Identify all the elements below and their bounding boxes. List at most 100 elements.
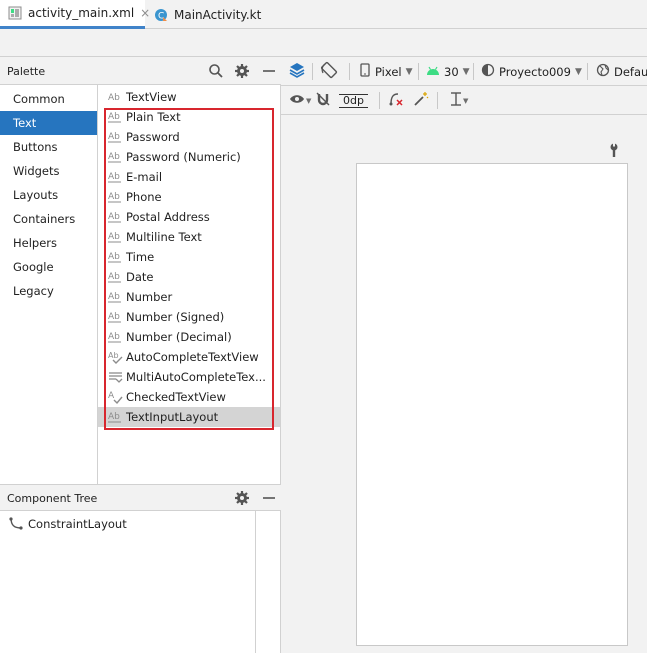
svg-text:A: A xyxy=(108,391,115,401)
device-preview[interactable] xyxy=(356,163,628,646)
category-common[interactable]: Common xyxy=(0,87,97,111)
device-label: Pixel xyxy=(375,64,402,79)
orientation-button[interactable] xyxy=(320,57,338,86)
category-layouts[interactable]: Layouts xyxy=(0,183,97,207)
ab-underline-icon: Ab xyxy=(108,309,124,325)
palette-item-selected[interactable]: Ab TextInputLayout xyxy=(98,407,280,427)
category-google[interactable]: Google xyxy=(0,255,97,279)
palette-item[interactable]: Ab Number (Signed) xyxy=(98,307,280,327)
category-text[interactable]: Text xyxy=(0,111,97,135)
palette-item[interactable]: Ab Time xyxy=(98,247,280,267)
palette-item[interactable]: MultiAutoCompleteTex... xyxy=(98,367,280,387)
palette-item[interactable]: Ab Plain Text xyxy=(98,107,280,127)
search-icon[interactable] xyxy=(208,63,224,79)
category-helpers[interactable]: Helpers xyxy=(0,231,97,255)
category-buttons[interactable]: Buttons xyxy=(0,135,97,159)
locale-selector[interactable]: Defaul xyxy=(596,57,647,86)
item-label: AutoCompleteTextView xyxy=(126,350,259,364)
device-selector[interactable]: Pixel ▼ xyxy=(360,57,413,86)
tab-activity-main-xml[interactable]: activity_main.xml × xyxy=(0,0,150,29)
guidelines-button[interactable]: ▼ xyxy=(449,86,468,115)
globe-icon xyxy=(596,63,610,80)
ab-underline-icon: Ab xyxy=(108,409,124,425)
autoconnect-toggle[interactable] xyxy=(315,86,331,115)
palette-header: Palette xyxy=(0,57,281,85)
category-widgets[interactable]: Widgets xyxy=(0,159,97,183)
eye-icon xyxy=(289,93,305,108)
palette-item[interactable]: Ab AutoCompleteTextView xyxy=(98,347,280,367)
panel-divider xyxy=(255,511,256,653)
ab-underline-icon: Ab xyxy=(108,129,124,145)
editor-tab-bar: activity_main.xml × C MainActivity.kt xyxy=(0,0,647,29)
toolbar-separator xyxy=(418,63,419,80)
palette-item[interactable]: A CheckedTextView xyxy=(98,387,280,407)
ab-underline-icon: Ab xyxy=(108,189,124,205)
minimize-icon[interactable] xyxy=(261,63,277,79)
svg-text:Ab: Ab xyxy=(108,332,120,342)
ab-underline-icon: Ab xyxy=(108,149,124,165)
tab-main-activity-kt[interactable]: C MainActivity.kt xyxy=(146,0,274,29)
item-label: E-mail xyxy=(126,170,163,184)
palette-item[interactable]: Ab Number xyxy=(98,287,280,307)
item-label: Number (Signed) xyxy=(126,310,225,324)
svg-text:Ab: Ab xyxy=(108,192,120,202)
item-label: Postal Address xyxy=(126,210,210,224)
category-containers[interactable]: Containers xyxy=(0,207,97,231)
multi-lines-icon xyxy=(108,369,124,385)
item-label: Multiline Text xyxy=(126,230,202,244)
palette-item[interactable]: Ab Date xyxy=(98,267,280,287)
svg-text:Ab: Ab xyxy=(108,292,120,302)
palette-title: Palette xyxy=(7,65,46,78)
view-options-button[interactable]: ▼ xyxy=(289,86,311,115)
palette-item[interactable]: Ab Password (Numeric) xyxy=(98,147,280,167)
svg-text:Ab: Ab xyxy=(108,272,120,282)
svg-text:Ab: Ab xyxy=(108,152,120,162)
gear-icon[interactable] xyxy=(234,490,250,506)
palette-item[interactable]: Ab Number (Decimal) xyxy=(98,327,280,347)
rotate-icon xyxy=(320,61,338,82)
wrench-icon[interactable] xyxy=(607,143,621,162)
ab-underline-icon: Ab xyxy=(108,269,124,285)
svg-text:Ab: Ab xyxy=(108,172,120,182)
theme-selector[interactable]: Proyecto009 ▼ xyxy=(481,57,582,86)
item-label: Password xyxy=(126,130,180,144)
palette-item[interactable]: Ab TextView xyxy=(98,87,280,107)
theme-label: Proyecto009 xyxy=(499,64,571,79)
svg-text:Ab: Ab xyxy=(108,112,120,122)
design-surface-button[interactable] xyxy=(288,57,306,86)
palette-item[interactable]: Ab E-mail xyxy=(98,167,280,187)
toolbar-separator xyxy=(587,63,588,80)
svg-text:Ab: Ab xyxy=(108,351,119,360)
ab-underline-icon: Ab xyxy=(108,249,124,265)
toolbar-separator xyxy=(473,63,474,80)
xml-layout-file-icon xyxy=(8,6,22,20)
svg-text:Ab: Ab xyxy=(108,132,120,142)
guideline-icon xyxy=(449,91,463,110)
tree-node-constraint-layout[interactable]: ConstraintLayout xyxy=(8,516,127,532)
android-icon xyxy=(426,65,440,79)
palette-item[interactable]: Ab Phone xyxy=(98,187,280,207)
chevron-down-icon: ▼ xyxy=(405,66,413,77)
infer-constraints-button[interactable] xyxy=(413,86,429,115)
palette-item[interactable]: Ab Password xyxy=(98,127,280,147)
svg-text:Ab: Ab xyxy=(108,212,120,222)
palette-item[interactable]: Ab Multiline Text xyxy=(98,227,280,247)
chevron-down-icon: ▼ xyxy=(306,96,312,105)
palette-item[interactable]: Ab Postal Address xyxy=(98,207,280,227)
toolbar-separator xyxy=(312,63,313,80)
chevron-down-icon: ▼ xyxy=(463,96,469,105)
theme-icon xyxy=(481,63,495,80)
minimize-icon[interactable] xyxy=(261,490,277,506)
svg-text:Ab: Ab xyxy=(108,312,120,322)
item-label: Number (Decimal) xyxy=(126,330,232,344)
api-level-selector[interactable]: 30 ▼ xyxy=(426,57,470,86)
gear-icon[interactable] xyxy=(234,63,250,79)
clear-constraints-icon xyxy=(388,91,404,110)
default-margin-field[interactable]: 0dp xyxy=(339,86,368,115)
editor-sub-toolbar xyxy=(0,29,647,57)
category-legacy[interactable]: Legacy xyxy=(0,279,97,303)
clear-constraints-button[interactable] xyxy=(388,86,404,115)
toolbar-separator xyxy=(437,92,438,109)
item-label: MultiAutoCompleteTex... xyxy=(126,370,266,384)
svg-text:Ab: Ab xyxy=(108,252,120,262)
